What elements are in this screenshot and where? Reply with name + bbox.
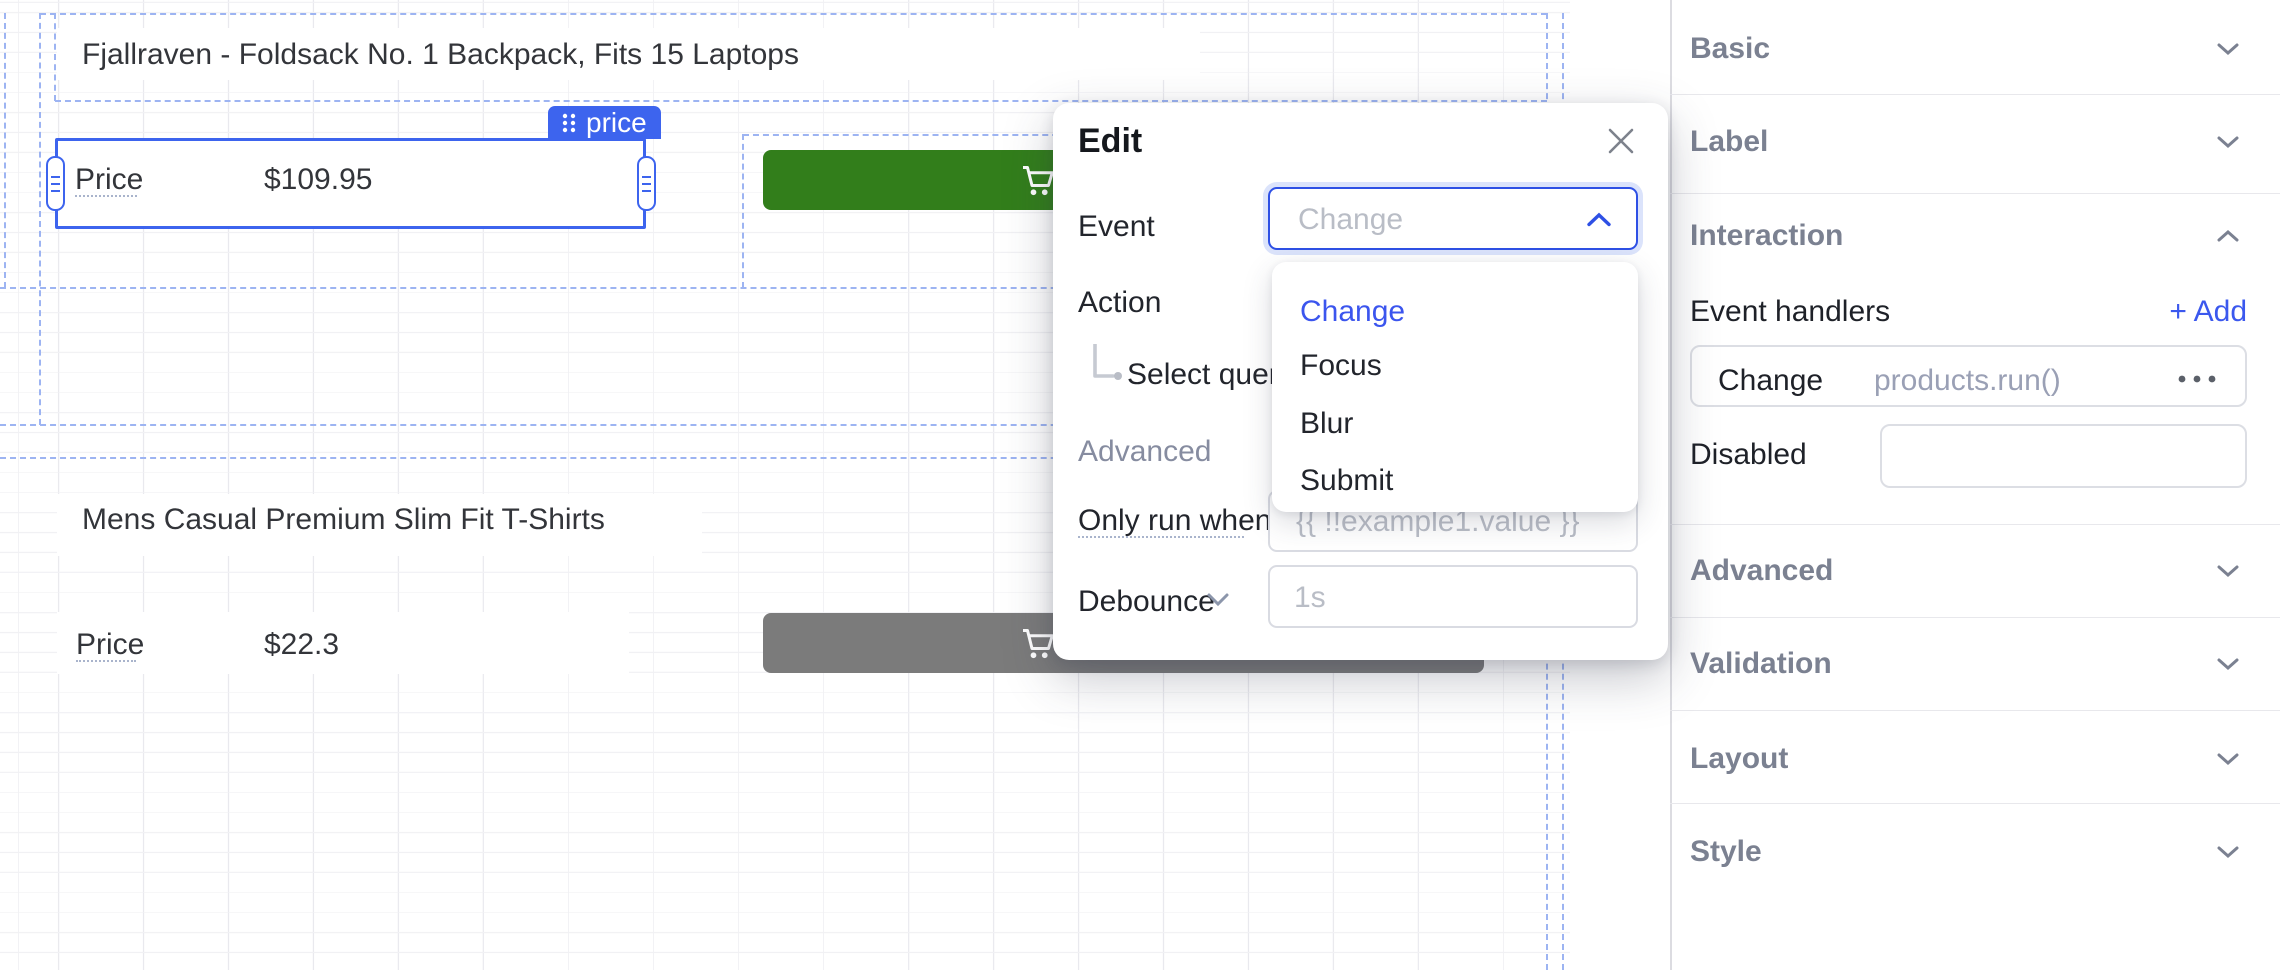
debounce-label[interactable]: Debounce: [1078, 585, 1215, 619]
section-interaction[interactable]: Interaction: [1690, 219, 1843, 253]
query-select[interactable]: Select query: [1127, 358, 1294, 392]
event-select-value: Change: [1298, 203, 1403, 237]
section-layout[interactable]: Layout: [1690, 742, 1788, 776]
resize-handle-left[interactable]: [46, 156, 65, 211]
debounce-placeholder: 1s: [1294, 581, 1326, 615]
product-title: Mens Casual Premium Slim Fit T-Shirts: [82, 503, 605, 537]
selection-outline: [39, 13, 41, 425]
section-basic[interactable]: Basic: [1690, 32, 1770, 66]
selection-outline: [55, 100, 1547, 102]
selection-outline: [40, 13, 1547, 15]
modal-advanced-section: Advanced: [1078, 435, 1211, 469]
close-icon[interactable]: [1606, 126, 1636, 156]
chevron-down-icon[interactable]: [2216, 41, 2240, 57]
chevron-down-icon[interactable]: [2216, 751, 2240, 767]
price-field-label: Price: [76, 628, 144, 662]
section-advanced[interactable]: Advanced: [1690, 554, 1833, 588]
product-title: Fjallraven - Foldsack No. 1 Backpack, Fi…: [82, 38, 799, 72]
price-field-value[interactable]: $22.3: [264, 628, 339, 662]
menu-item-focus[interactable]: Focus: [1300, 349, 1382, 383]
widget-name-tag[interactable]: price: [548, 106, 661, 139]
menu-item-change[interactable]: Change: [1300, 295, 1405, 329]
menu-item-blur[interactable]: Blur: [1300, 407, 1353, 441]
label-dotted-underline: [75, 195, 137, 197]
chevron-up-icon: [1586, 211, 1612, 228]
section-validation[interactable]: Validation: [1690, 647, 1832, 681]
event-handlers-label: Event handlers: [1690, 295, 1890, 329]
debounce-input[interactable]: 1s: [1268, 565, 1638, 628]
section-divider: [1670, 710, 2280, 711]
chevron-down-icon[interactable]: [2216, 844, 2240, 860]
widget-name-label: price: [586, 107, 647, 139]
event-field-label: Event: [1078, 210, 1155, 244]
event-options-menu: Change Focus Blur Submit: [1272, 262, 1638, 512]
only-run-when-label: Only run when: [1078, 504, 1271, 538]
event-handler-row[interactable]: Change products.run(): [1690, 345, 2247, 407]
disabled-input[interactable]: [1880, 424, 2247, 488]
disabled-label: Disabled: [1690, 438, 1807, 472]
price-field-label: Price: [75, 163, 143, 197]
price-field-value[interactable]: $109.95: [264, 163, 372, 197]
handler-event: Change: [1718, 364, 1823, 398]
drag-dots-icon: [562, 113, 576, 133]
section-style[interactable]: Style: [1690, 835, 1762, 869]
label-dotted-underline: [76, 660, 136, 662]
section-divider: [1670, 524, 2280, 525]
section-divider: [1670, 94, 2280, 95]
cart-icon: [1020, 626, 1056, 662]
label-dotted-underline: [1078, 536, 1244, 538]
resize-handle-right[interactable]: [637, 156, 656, 211]
chevron-up-icon[interactable]: [2216, 228, 2240, 244]
selection-outline: [54, 13, 56, 101]
section-divider: [1670, 193, 2280, 194]
selection-outline: [742, 134, 744, 288]
chevron-down-icon[interactable]: [1206, 592, 1230, 607]
section-label[interactable]: Label: [1690, 125, 1768, 159]
chevron-down-icon[interactable]: [2216, 134, 2240, 150]
event-select[interactable]: Change: [1268, 187, 1638, 250]
section-divider: [1670, 617, 2280, 618]
selection-outline: [4, 13, 6, 288]
chevron-down-icon[interactable]: [2216, 563, 2240, 579]
add-event-handler-button[interactable]: + Add: [2169, 295, 2247, 329]
cart-icon: [1020, 163, 1056, 199]
modal-title: Edit: [1078, 122, 1142, 161]
handler-action: products.run(): [1874, 364, 2061, 398]
ellipsis-icon[interactable]: [2177, 375, 2217, 383]
tree-branch-icon: [1093, 344, 1125, 388]
chevron-down-icon[interactable]: [2216, 656, 2240, 672]
retool-editor: Fjallraven - Foldsack No. 1 Backpack, Fi…: [0, 0, 2280, 970]
section-divider: [1670, 803, 2280, 804]
menu-item-submit[interactable]: Submit: [1300, 464, 1393, 498]
action-field-label: Action: [1078, 286, 1161, 320]
